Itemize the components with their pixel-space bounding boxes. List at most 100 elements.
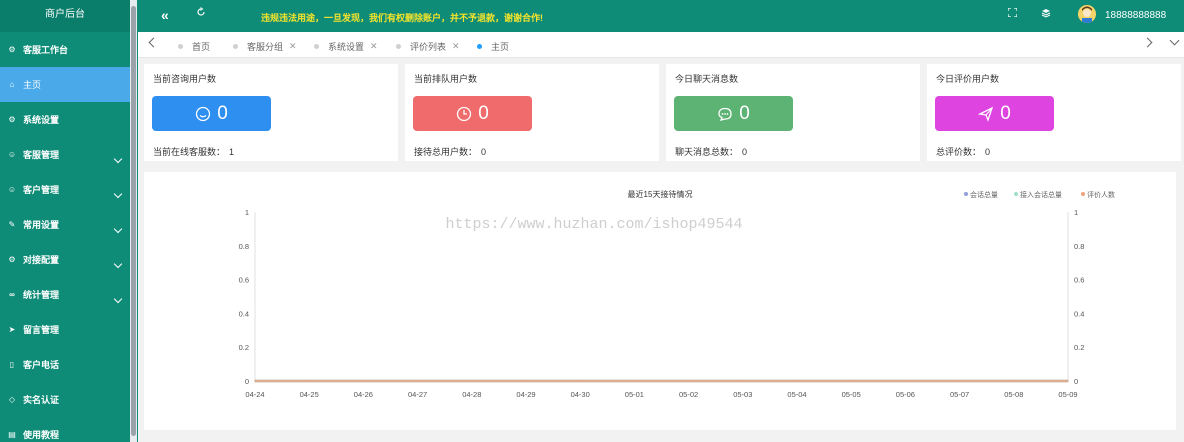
tab[interactable]: 客服分组 ✕ [233, 40, 297, 53]
footer-value: 0 [481, 147, 487, 157]
stat-button[interactable]: 0 [935, 96, 1054, 131]
sidebar-item[interactable]: ◇ 实名认证 [0, 382, 130, 417]
chevron-down-icon [113, 154, 123, 164]
gear-icon: ⚙ [8, 115, 16, 124]
y-tick-label-right: 0.4 [1074, 309, 1084, 318]
tab-status-dot [233, 44, 238, 49]
x-tick-label: 05-06 [896, 390, 915, 399]
stat-button[interactable]: 0 [152, 96, 271, 131]
sidebar-item-label: 对接配置 [23, 255, 60, 265]
y-tick-label-left: 0.8 [239, 242, 249, 251]
footer-value: 0 [742, 147, 748, 157]
tab[interactable]: 系统设置 ✕ [314, 40, 378, 53]
y-tick-label-left: 0 [245, 377, 249, 386]
sidebar-item[interactable]: ✎ 常用设置 [0, 207, 130, 242]
footer-value: 0 [985, 147, 991, 157]
card-footer: 总评价数： 0 [936, 145, 990, 158]
sidebar-item[interactable]: ➤ 留言管理 [0, 312, 130, 347]
sidebar-item[interactable]: ⚙ 客服工作台 [0, 32, 130, 67]
close-icon[interactable]: ✕ [289, 41, 297, 52]
tab[interactable]: 评价列表 ✕ [396, 40, 460, 53]
sidebar-item[interactable]: ☺ 客服管理 [0, 137, 130, 172]
y-tick-label-right: 0.6 [1074, 276, 1084, 285]
x-tick-label: 05-05 [842, 390, 861, 399]
sidebar-item[interactable]: ⌂ 主页 [0, 67, 130, 102]
tab-label: 客服分组 [247, 42, 284, 52]
legend-marker [964, 192, 968, 196]
reception-chart: 最近15天接待情况 会话总量 接入会话总量 评价人数 0 0 0.2 0.2 0.4 0.4 0.6… [239, 189, 1115, 399]
footer-label: 当前在线客服数： [153, 147, 226, 157]
data-point [742, 380, 744, 382]
card-title: 今日评价用户数 [936, 74, 1000, 84]
data-point [525, 380, 527, 382]
x-tick-label: 04-28 [462, 390, 481, 399]
data-point [796, 380, 798, 382]
tab-status-dot [178, 44, 183, 49]
sidebar-item[interactable]: ☺ 客户管理 [0, 172, 130, 207]
username[interactable]: 18888888888 [1105, 10, 1166, 21]
tab[interactable]: 主页 [477, 40, 509, 53]
sidebar-item[interactable]: ∞ 统计管理 [0, 277, 130, 312]
x-tick-label: 05-01 [625, 390, 644, 399]
x-tick-label: 04-27 [408, 390, 427, 399]
stat-card: 当前咨询用户数 0 当前在线客服数： 1 [144, 64, 398, 161]
sidebar-item[interactable]: ▯ 客户电话 [0, 347, 130, 382]
sidebar-scrollbar[interactable] [130, 0, 137, 442]
data-point [1013, 380, 1015, 382]
legend-label: 接入会话总量 [1020, 190, 1062, 199]
layers-icon[interactable] [1041, 8, 1051, 18]
sidebar-item-label: 统计管理 [23, 290, 60, 300]
data-point [416, 380, 419, 382]
footer-label: 聊天消息总数： [675, 147, 739, 157]
shield-icon: ◇ [8, 395, 16, 404]
card-title: 当前咨询用户数 [153, 74, 217, 84]
stat-value: 0 [217, 102, 228, 124]
data-point [633, 380, 636, 382]
sidebar-item[interactable]: ⚙ 对接配置 [0, 242, 130, 277]
chart-panel: 最近15天接待情况 会话总量 接入会话总量 评价人数 0 0 0.2 0.2 0.4 0.4 0.6… [144, 172, 1176, 430]
sidebar-menu: ⚙ 客服工作台 ⌂ 主页 ⚙ 系统设置 ☺ 客服管理 ☺ 客户管理 ✎ 常用设置 ⚙ 对接配置 ∞ 统计管理 ➤… [0, 32, 138, 442]
card-footer: 聊天消息总数： 0 [675, 145, 747, 158]
data-point [471, 380, 473, 382]
sidebar-item-label: 客服管理 [23, 150, 60, 160]
sidebar-item[interactable]: ⚙ 系统设置 [0, 102, 130, 137]
sidebar-item-label: 客服工作台 [23, 45, 69, 55]
x-tick-label: 04-26 [354, 390, 373, 399]
sidebar-item[interactable]: ▤ 使用教程 [0, 417, 130, 442]
stat-button[interactable]: 0 [674, 96, 793, 131]
legend-marker [1081, 192, 1085, 196]
sidebar-item-label: 客户管理 [23, 185, 60, 195]
close-icon[interactable]: ✕ [452, 41, 460, 52]
x-tick-label: 04-25 [300, 390, 319, 399]
x-tick-label: 04-30 [571, 390, 590, 399]
y-tick-label-right: 0.8 [1074, 242, 1084, 251]
top-bar: « 违规违法用途，一旦发现，我们有权删除账户，并不予退款，谢谢合作! 18888… [138, 0, 1184, 32]
x-tick-label: 04-24 [245, 390, 264, 399]
chain-icon: ∞ [9, 290, 15, 299]
chevron-down-icon [113, 189, 123, 199]
avatar[interactable] [1078, 5, 1096, 23]
tab[interactable]: 首页 [178, 40, 210, 53]
tab-menu-dropdown-icon[interactable] [1169, 35, 1180, 46]
stat-button[interactable]: 0 [413, 96, 532, 131]
refresh-icon[interactable] [196, 7, 206, 17]
collapse-sidebar-icon[interactable]: « [161, 7, 169, 23]
fullscreen-icon[interactable] [1008, 8, 1017, 17]
stat-value: 0 [739, 102, 750, 124]
legend-label: 会话总量 [970, 190, 998, 199]
card-footer: 接待总用户数： 0 [414, 145, 486, 158]
chart-title: 最近15天接待情况 [628, 189, 693, 199]
scrollbar-thumb[interactable] [131, 6, 136, 436]
legend-marker [1014, 192, 1018, 196]
close-icon[interactable]: ✕ [370, 41, 378, 52]
sidebar-logo: 商户后台 [0, 0, 130, 32]
tab-scroll-right-icon[interactable] [1142, 37, 1153, 48]
clock-icon [457, 106, 472, 121]
tab-label: 系统设置 [328, 42, 365, 52]
sidebar-item-label: 使用教程 [23, 430, 60, 440]
tab-scroll-left-icon[interactable] [148, 37, 159, 48]
tab-label: 主页 [491, 42, 510, 52]
smile-icon [196, 106, 211, 121]
settings-icon: ⚙ [8, 45, 16, 54]
x-tick-label: 05-07 [950, 390, 969, 399]
